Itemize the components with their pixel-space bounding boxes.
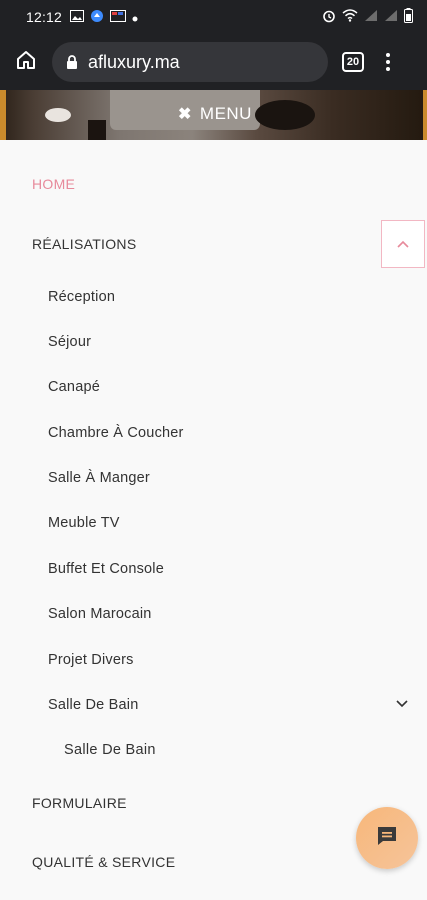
home-icon bbox=[15, 49, 37, 76]
browser-toolbar: afluxury.ma 20 bbox=[0, 34, 427, 90]
nav-item-qualite-service[interactable]: QUALITÉ & SERVICE bbox=[32, 854, 175, 870]
nav-subitem-chambre-a-coucher[interactable]: Chambre À Coucher bbox=[48, 425, 184, 441]
signal-2-icon bbox=[384, 9, 398, 25]
alarm-icon bbox=[322, 9, 336, 26]
menu-label: MENU bbox=[199, 104, 252, 123]
dot-indicator-icon bbox=[132, 9, 138, 25]
chevron-down-icon[interactable] bbox=[394, 696, 410, 712]
nav-subitem-meuble-tv[interactable]: Meuble TV bbox=[48, 515, 120, 531]
app-notification-icon bbox=[90, 9, 104, 26]
submenu-collapse-button[interactable] bbox=[381, 220, 425, 268]
chat-button[interactable] bbox=[356, 807, 418, 869]
nav-subitem-projet-divers[interactable]: Projet Divers bbox=[48, 652, 134, 668]
chevron-up-icon bbox=[397, 235, 409, 253]
status-time: 12:12 bbox=[26, 9, 63, 25]
tab-switcher-button[interactable]: 20 bbox=[342, 52, 364, 72]
nav-subitem-salle-a-manger[interactable]: Salle À Manger bbox=[48, 470, 150, 486]
nav-subsubitem-salle-de-bain[interactable]: Salle De Bain bbox=[64, 742, 156, 758]
menu-toggle-button[interactable]: ✖ MENU bbox=[178, 104, 252, 124]
home-button[interactable] bbox=[10, 46, 42, 78]
nav-subitem-reception[interactable]: Réception bbox=[48, 289, 115, 305]
nav-subitem-salle-de-bain[interactable]: Salle De Bain bbox=[48, 697, 138, 713]
lock-icon bbox=[66, 54, 78, 70]
battery-icon bbox=[404, 8, 413, 26]
nav-subitem-sejour[interactable]: Séjour bbox=[48, 334, 91, 350]
address-bar[interactable]: afluxury.ma bbox=[52, 42, 328, 82]
wifi-icon bbox=[342, 9, 358, 25]
chat-bubble-icon bbox=[375, 824, 399, 853]
nav-subitem-salon-marocain[interactable]: Salon Marocain bbox=[48, 606, 152, 622]
gallery-icon bbox=[70, 9, 85, 25]
nav-item-formulaire[interactable]: FORMULAIRE bbox=[32, 795, 127, 811]
more-options-icon[interactable] bbox=[386, 53, 390, 71]
nav-subitem-canape[interactable]: Canapé bbox=[48, 379, 100, 395]
media-icon bbox=[110, 9, 127, 25]
nav-item-home[interactable]: HOME bbox=[32, 176, 75, 192]
close-icon: ✖ bbox=[178, 106, 192, 123]
nav-subitem-buffet-et-console[interactable]: Buffet Et Console bbox=[48, 561, 164, 577]
nav-item-realisations[interactable]: RÉALISATIONS bbox=[32, 236, 136, 252]
url-text: afluxury.ma bbox=[88, 51, 180, 72]
signal-1-icon bbox=[364, 9, 378, 25]
status-bar: 12:12 bbox=[0, 0, 427, 34]
